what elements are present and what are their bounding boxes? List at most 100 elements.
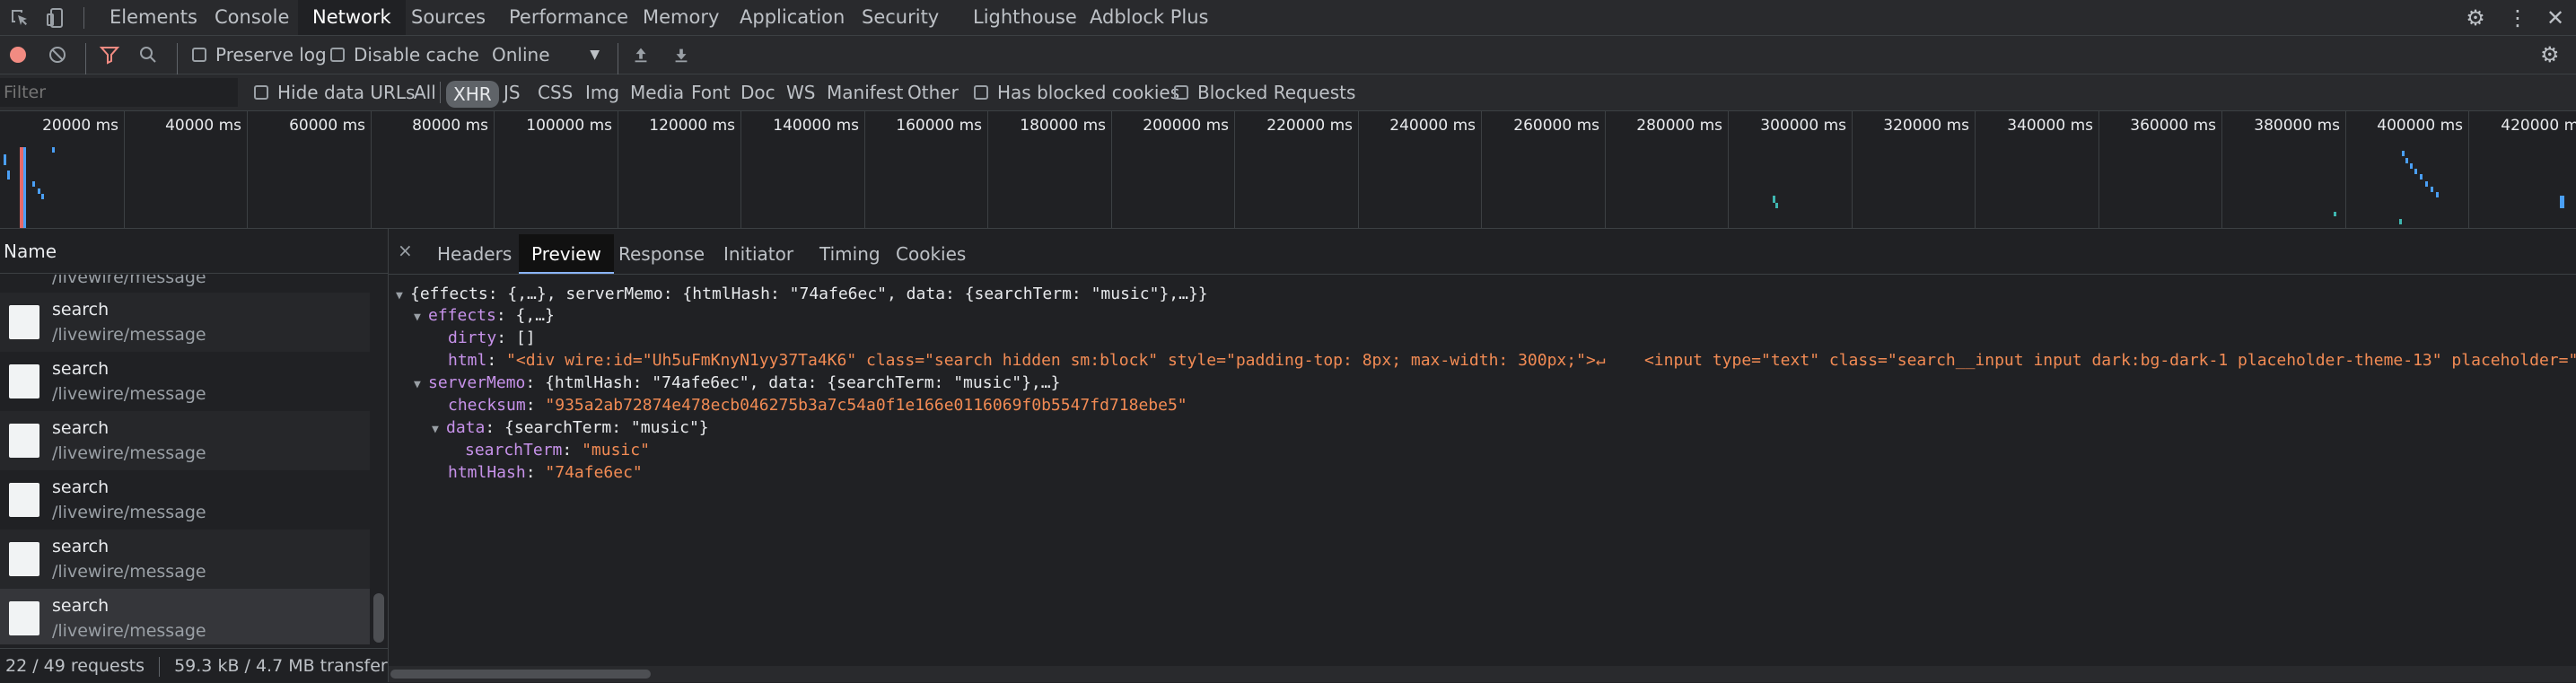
tab-memory[interactable]: Memory	[628, 0, 733, 35]
list-item-partial[interactable]: /livewire/message	[0, 275, 370, 287]
tab-preview[interactable]: Preview	[519, 234, 614, 274]
tab-elements[interactable]: Elements	[95, 0, 212, 35]
request-name: search	[52, 537, 110, 556]
timeline-gridline	[987, 111, 988, 228]
throttling-select[interactable]: Online ▼	[492, 36, 600, 74]
filter-type-xhr[interactable]: XHR	[446, 81, 499, 108]
timeline-tick-label: 120000 ms	[649, 117, 735, 135]
request-list-pane: Name /livewire/message search /livewire/…	[0, 229, 416, 682]
timeline-tick-label: 100000 ms	[526, 117, 612, 135]
has-blocked-cookies-checkbox[interactable]: Has blocked cookies	[974, 74, 1179, 110]
timeline-gridline	[1111, 111, 1112, 228]
request-row[interactable]: search /livewire/message	[0, 352, 370, 411]
inspect-element-icon[interactable]	[2, 0, 38, 35]
timeline-tick-label: 360000 ms	[2130, 117, 2216, 135]
json-preview[interactable]: ▼ {effects: {,…}, serverMemo: {htmlHash: …	[389, 275, 2576, 652]
tab-sources[interactable]: Sources	[397, 0, 500, 35]
more-options-icon[interactable]: ⋮	[2500, 0, 2536, 35]
overview-request-bar	[52, 147, 55, 153]
file-icon	[9, 601, 39, 635]
request-path: /livewire/message	[52, 621, 206, 641]
hide-data-urls-checkbox[interactable]: Hide data URLs	[254, 74, 415, 110]
filter-type-manifest[interactable]: Manifest	[827, 74, 903, 110]
export-har-icon[interactable]	[671, 36, 691, 74]
tab-adblock-plus[interactable]: Adblock Plus	[1075, 0, 1222, 35]
request-name: search	[52, 596, 110, 616]
timeline-tick-label: 40000 ms	[165, 117, 241, 135]
device-toolbar-icon[interactable]	[38, 0, 74, 35]
request-row[interactable]: search /livewire/message	[0, 293, 370, 352]
expand-triangle-icon[interactable]: ▼	[396, 285, 410, 307]
expand-triangle-icon[interactable]: ▼	[432, 419, 446, 441]
tab-cookies[interactable]: Cookies	[883, 234, 978, 274]
json-prop-searchterm: searchTerm: "music"	[465, 441, 650, 460]
json-prop-html: html: "<div wire:id="Uh5uFmKnyN1yy37Ta4K…	[448, 351, 2576, 370]
request-detail-pane: × Headers Preview Response Initiator Tim…	[389, 229, 2576, 682]
json-node-effects[interactable]: ▼ effects: {,…}	[414, 305, 555, 328]
name-column-header[interactable]: Name	[0, 229, 388, 274]
tab-performance[interactable]: Performance	[495, 0, 643, 35]
expand-triangle-icon[interactable]: ▼	[414, 307, 428, 328]
tab-headers[interactable]: Headers	[425, 234, 524, 274]
request-list[interactable]: /livewire/message search /livewire/messa…	[0, 275, 370, 644]
tab-network[interactable]: Network	[298, 0, 406, 35]
request-name: search	[52, 418, 110, 438]
filter-type-media[interactable]: Media	[630, 74, 684, 110]
request-path: /livewire/message	[52, 443, 206, 463]
tab-initiator[interactable]: Initiator	[711, 234, 806, 274]
filter-type-other[interactable]: Other	[907, 74, 959, 110]
tab-security[interactable]: Security	[847, 0, 953, 35]
request-row[interactable]: search /livewire/message	[0, 530, 370, 589]
preserve-log-checkbox[interactable]: Preserve log	[192, 36, 327, 74]
filter-type-img[interactable]: Img	[585, 74, 619, 110]
network-overview-timeline[interactable]: 20000 ms 40000 ms 60000 ms 80000 ms 100000 m…	[0, 111, 2576, 229]
json-prop-htmlhash: htmlHash: "74afe6ec"	[448, 463, 643, 482]
overview-request-bar	[2425, 181, 2428, 187]
file-icon	[9, 483, 39, 517]
filter-type-css[interactable]: CSS	[538, 74, 573, 110]
json-node-data[interactable]: ▼ data: {searchTerm: "music"}	[432, 417, 709, 441]
request-path: /livewire/message	[52, 562, 206, 582]
expand-triangle-icon[interactable]: ▼	[414, 374, 428, 396]
disable-cache-checkbox[interactable]: Disable cache	[330, 36, 479, 74]
overview-request-bar	[2402, 151, 2405, 156]
close-icon[interactable]: ✕	[2537, 0, 2573, 35]
request-row-selected[interactable]: search /livewire/message	[0, 589, 370, 644]
search-icon[interactable]	[137, 36, 159, 74]
tab-console[interactable]: Console	[200, 0, 303, 35]
blocked-requests-checkbox[interactable]: Blocked Requests	[1174, 74, 1355, 110]
request-list-scrollbar[interactable]	[370, 275, 388, 644]
request-row[interactable]: search /livewire/message	[0, 470, 370, 530]
file-icon	[9, 364, 39, 398]
filter-type-js[interactable]: JS	[504, 74, 521, 110]
scrollbar-thumb[interactable]	[390, 670, 651, 679]
timeline-tick-label: 80000 ms	[412, 117, 488, 135]
settings-gear-icon[interactable]: ⚙	[2458, 0, 2493, 35]
filter-type-ws[interactable]: WS	[786, 74, 815, 110]
filter-input[interactable]	[0, 78, 238, 107]
tab-application[interactable]: Application	[725, 0, 859, 35]
tab-response[interactable]: Response	[606, 234, 717, 274]
network-settings-gear-icon[interactable]: ⚙	[2540, 36, 2560, 74]
json-node-servermemo[interactable]: ▼ serverMemo: {htmlHash: "74afe6ec", data…	[414, 372, 1060, 396]
preview-horizontal-scrollbar[interactable]	[389, 666, 2576, 682]
filter-type-font[interactable]: Font	[691, 74, 731, 110]
timeline-tick-label: 180000 ms	[1020, 117, 1106, 135]
record-icon[interactable]	[7, 36, 29, 74]
request-path: /livewire/message	[52, 325, 206, 345]
json-root[interactable]: ▼ {effects: {,…}, serverMemo: {htmlHash: …	[396, 284, 1208, 307]
overview-request-bar	[2431, 187, 2433, 192]
filter-type-all[interactable]: All	[414, 74, 436, 110]
filter-icon[interactable]	[99, 36, 120, 74]
filter-type-doc[interactable]: Doc	[740, 74, 775, 110]
clear-icon[interactable]	[47, 36, 68, 74]
transferred-size: 59.3 kB / 4.7 MB transferred	[174, 656, 416, 676]
close-detail-icon[interactable]: ×	[398, 240, 413, 261]
tab-timing[interactable]: Timing	[807, 234, 893, 274]
scrollbar-thumb[interactable]	[373, 593, 384, 643]
import-har-icon[interactable]	[631, 36, 651, 74]
request-name: search	[52, 300, 110, 320]
request-row[interactable]: search /livewire/message	[0, 411, 370, 470]
tab-lighthouse[interactable]: Lighthouse	[959, 0, 1091, 35]
timeline-gridline	[494, 111, 495, 228]
